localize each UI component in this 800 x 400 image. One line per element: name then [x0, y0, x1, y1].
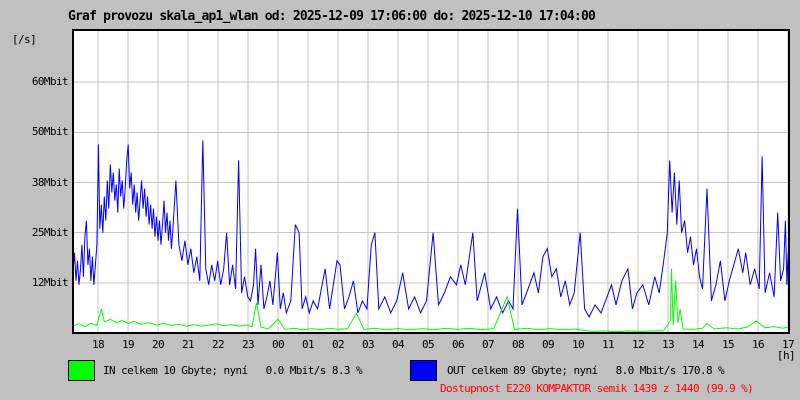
x-axis-tick-label: 19 [121, 338, 135, 351]
x-axis-tick-label: 06 [451, 338, 465, 351]
y-axis-unit-label: [/s] [12, 33, 37, 46]
x-axis-tick-label: 09 [541, 338, 555, 351]
y-axis-tick-label: 25Mbit [31, 225, 69, 239]
x-axis-tick-label: 04 [391, 338, 405, 351]
x-axis-tick-label: 07 [481, 338, 495, 351]
legend-out-label: OUT celkem 89 Gbyte; nyní 8.0 Mbit/s 170… [447, 364, 725, 377]
y-axis-tick-label: 38Mbit [31, 175, 69, 189]
traffic-chart-svg [72, 29, 790, 334]
x-axis-tick-label: 12 [631, 338, 645, 351]
x-axis-tick-label: 11 [601, 338, 615, 351]
legend-out-swatch [410, 360, 437, 381]
x-axis-tick-label: 23 [241, 338, 255, 351]
y-axis-tick-label: 12Mbit [31, 275, 69, 289]
x-axis-tick-label: 05 [421, 338, 435, 351]
x-axis-tick-label: 01 [301, 338, 315, 351]
x-axis-tick-label: 08 [511, 338, 525, 351]
y-axis-tick-label: 50Mbit [31, 125, 69, 139]
page-title: Graf provozu skala_ap1_wlan od: 2025-12-… [68, 9, 596, 24]
x-axis-tick-label: 22 [211, 338, 225, 351]
x-axis-tick-label: 14 [691, 338, 705, 351]
x-axis-tick-label: 18 [91, 338, 105, 351]
x-axis-tick-label: 00 [271, 338, 285, 351]
x-axis-tick-label: 15 [721, 338, 735, 351]
x-axis-tick-label: 10 [571, 338, 585, 351]
legend-in-swatch [68, 360, 95, 381]
x-axis-tick-label: 02 [331, 338, 345, 351]
y-axis-tick-label: 60Mbit [31, 75, 69, 89]
legend-in-label: IN celkem 10 Gbyte; nyní 0.0 Mbit/s 8.3 … [103, 364, 363, 377]
traffic-graph-page: Graf provozu skala_ap1_wlan od: 2025-12-… [0, 0, 800, 400]
x-axis-tick-label: 16 [751, 338, 765, 351]
x-axis-tick-label: 03 [361, 338, 375, 351]
x-axis-tick-label: 13 [661, 338, 675, 351]
x-axis-tick-label: 20 [151, 338, 165, 351]
availability-note: Dostupnost E220 KOMPAKTOR semik 1439 z 1… [440, 382, 754, 395]
x-axis-tick-label: 17 [781, 338, 795, 351]
x-axis-tick-label: 21 [181, 338, 195, 351]
